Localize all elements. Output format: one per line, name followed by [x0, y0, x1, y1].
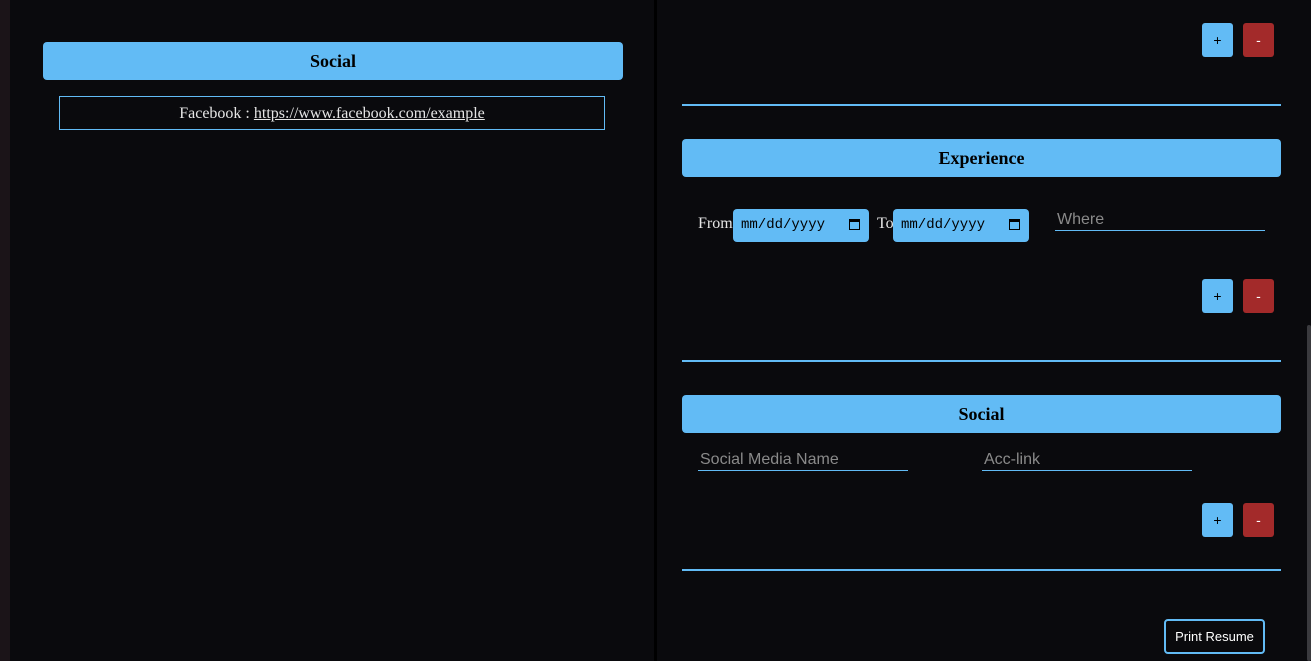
section-divider — [682, 569, 1281, 571]
from-date-value: mm/dd/yyyy — [741, 217, 826, 233]
social-entry-name: Facebook — [179, 105, 242, 122]
print-resume-button[interactable]: Print Resume — [1164, 619, 1265, 654]
social-media-name-input[interactable] — [698, 449, 908, 471]
to-date-value: mm/dd/yyyy — [901, 217, 986, 233]
preview-social-header: Social — [43, 42, 623, 80]
add-entry-button[interactable]: + — [1202, 23, 1233, 57]
add-social-button[interactable]: + — [1202, 503, 1233, 537]
social-entry-separator: : — [241, 105, 254, 122]
preview-social-entry: Facebook : https://www.facebook.com/exam… — [59, 96, 605, 130]
calendar-icon[interactable] — [1009, 219, 1020, 230]
calendar-icon[interactable] — [849, 219, 860, 230]
social-entry-link[interactable]: https://www.facebook.com/example — [254, 105, 485, 122]
section-divider — [682, 104, 1281, 106]
from-label: From — [698, 215, 733, 232]
social-header: Social — [682, 395, 1281, 433]
where-input[interactable] — [1055, 209, 1265, 231]
experience-header: Experience — [682, 139, 1281, 177]
window-edge — [0, 0, 10, 661]
to-date-input[interactable]: mm/dd/yyyy — [893, 209, 1029, 242]
remove-social-button[interactable]: - — [1243, 503, 1274, 537]
resume-editor-panel — [657, 0, 1305, 661]
remove-entry-button[interactable]: - — [1243, 23, 1274, 57]
remove-experience-button[interactable]: - — [1243, 279, 1274, 313]
from-date-input[interactable]: mm/dd/yyyy — [733, 209, 869, 242]
section-divider — [682, 360, 1281, 362]
to-label: To — [877, 215, 894, 232]
account-link-input[interactable] — [982, 449, 1192, 471]
scrollbar-thumb[interactable] — [1307, 325, 1311, 661]
add-experience-button[interactable]: + — [1202, 279, 1233, 313]
